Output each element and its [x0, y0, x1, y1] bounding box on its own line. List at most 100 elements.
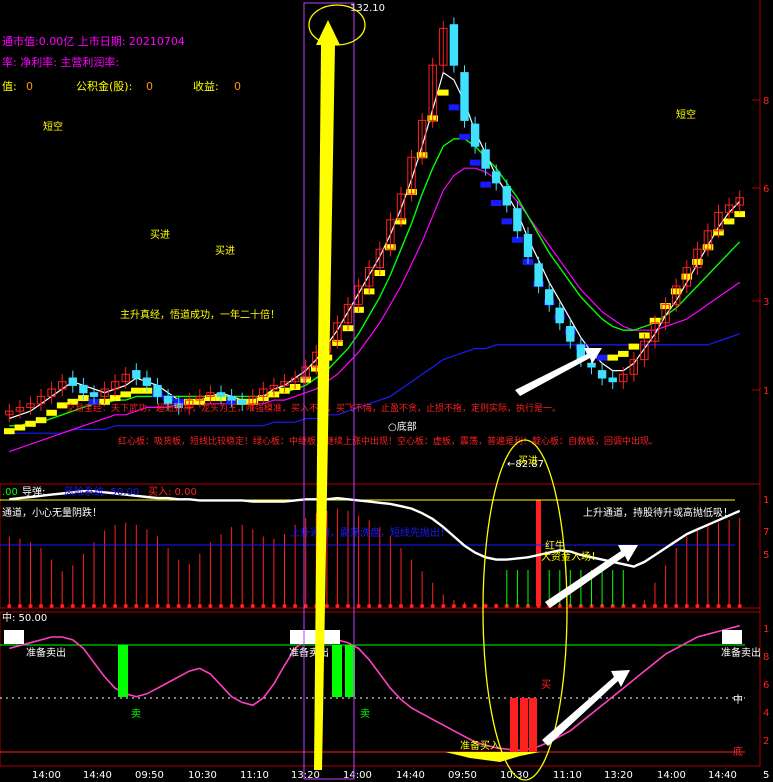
- mid-baseline-dot: [367, 604, 372, 608]
- x-axis-tick-label: 11:10: [240, 770, 269, 781]
- header-line2: 率: 净利率: 主营利润率:: [2, 55, 119, 69]
- bottom-mark-label: ○底部: [388, 420, 417, 433]
- mid-baseline-dot: [60, 604, 65, 608]
- mid-baseline-dot: [716, 604, 721, 608]
- header-line3-c: 公积金(股):: [76, 79, 132, 93]
- red-cow-label: 红牛: [545, 539, 565, 552]
- mid-baseline-dot: [102, 604, 107, 608]
- candle-body: [523, 234, 533, 258]
- candle-body: [142, 377, 152, 386]
- ladder-block: [607, 354, 618, 361]
- mid-baseline-dot: [134, 604, 139, 608]
- candle-body: [555, 307, 564, 324]
- mid-baseline-dot: [377, 604, 382, 608]
- mid-baseline-dot: [346, 604, 350, 608]
- candle-body: [502, 186, 512, 206]
- mid-baseline-dot: [229, 604, 234, 608]
- mid-baseline-dot: [166, 604, 171, 608]
- red-cow-label-2: 大资金入场！: [541, 550, 601, 563]
- mid-baseline-dot: [409, 604, 414, 608]
- ladder-block: [14, 424, 26, 431]
- price-axis-tick-3: 3: [763, 297, 769, 308]
- header-line3-f: 0: [234, 80, 241, 93]
- mid-baseline-dot: [473, 604, 478, 608]
- mid-baseline-dot: [483, 604, 488, 608]
- price-axis-tick-1: 8: [763, 96, 769, 107]
- header-line1: 通市值:0.00亿 上市日期: 20210704: [2, 34, 185, 48]
- mid-baseline-dot: [430, 604, 435, 608]
- mid-header-a: .00: [2, 487, 18, 498]
- ladder-block: [35, 417, 47, 424]
- mid-baseline-dot: [494, 604, 499, 608]
- slogan-3: 红心板：吸货板，短线比较稳定！绿心板：中继板，继续上涨中出现！空心板：虚板，震荡…: [118, 435, 658, 447]
- buy-label-3: 买进: [518, 455, 538, 467]
- mid-header-d: 买入: 0.00: [148, 486, 197, 498]
- mid-baseline-dot: [208, 604, 213, 608]
- header-line3-e: 收益:: [193, 79, 219, 93]
- ladder-block: [131, 387, 142, 394]
- ladder-block: [480, 181, 491, 188]
- candle-body: [534, 263, 543, 287]
- mid-baseline-dot: [663, 604, 668, 608]
- candle-body: [89, 392, 99, 397]
- ladder-block: [120, 391, 131, 398]
- mid-baseline-dot: [462, 604, 467, 608]
- bot-axis-tick-4: 4: [763, 708, 769, 719]
- mid-baseline-dot: [684, 604, 689, 608]
- x-axis-tick-label: 09:50: [448, 770, 477, 781]
- ladder-block: [459, 133, 470, 140]
- candle-body: [68, 377, 77, 386]
- mid-baseline-dot: [451, 604, 456, 608]
- x-axis-tick-label: 14:40: [708, 770, 737, 781]
- sell-zone-block: [722, 630, 742, 644]
- mid-baseline-dot: [17, 604, 22, 608]
- candle-body: [492, 171, 501, 184]
- ladder-block: [501, 218, 513, 225]
- slogan-2: 交易宝经：天下武功，超短封神，龙头为王，唯强模准，买入不亏，买飞不悔，止盈不贪，…: [66, 402, 561, 414]
- bot-axis-tick-5: 2: [763, 736, 769, 747]
- mid-baseline-dot: [737, 604, 742, 608]
- bot-axis-tick-2: 8: [763, 652, 769, 663]
- mid-baseline-dot: [197, 604, 202, 608]
- candle-body: [566, 326, 575, 342]
- buy-label-2: 买进: [215, 245, 235, 257]
- mid-baseline-dot: [674, 604, 679, 608]
- mid-baseline-dot: [155, 604, 160, 608]
- mid-header-b: 导弹:: [22, 485, 45, 498]
- x-axis-tick-label: 13:20: [604, 770, 633, 781]
- mid-baseline-dot: [113, 604, 118, 608]
- ladder-block: [618, 350, 629, 357]
- buy-ready: 准备买入: [460, 739, 500, 752]
- mid-baseline-dot: [176, 604, 181, 608]
- mid-axis-tick-3: 5: [763, 550, 769, 561]
- mid-line-label: 中: [733, 693, 743, 706]
- candle-body: [449, 24, 459, 66]
- ladder-block: [469, 159, 481, 166]
- candle-body: [513, 208, 522, 232]
- x-axis-tick-label: 14:00: [32, 770, 61, 781]
- mid-baseline-dot: [642, 604, 647, 608]
- bottom-line-label: 底: [733, 745, 743, 758]
- candle-body: [153, 384, 162, 397]
- mid-baseline-dot: [81, 604, 86, 608]
- panel-frame: [0, 0, 761, 767]
- mid-header-c: 风险系统: 50.00: [64, 485, 139, 498]
- mid-baseline-dot: [70, 604, 75, 608]
- mid-baseline-dot: [388, 604, 393, 608]
- mid-baseline-dot: [705, 604, 710, 608]
- ladder-block: [4, 428, 15, 435]
- mid-baseline-dot: [293, 604, 298, 608]
- mid-baseline-dot: [92, 604, 96, 608]
- ladder-block: [438, 89, 449, 96]
- buy-label-1: 买进: [150, 229, 170, 241]
- mid-baseline-dot: [144, 604, 149, 608]
- price-axis-tick-4: 1: [763, 386, 769, 397]
- ladder-block: [628, 343, 640, 350]
- slogan-1: 主升真经，悟道成功，一年二十倍！: [120, 308, 280, 321]
- sell-signal-bar: [332, 645, 342, 697]
- ladder-block: [490, 200, 502, 206]
- mid-baseline-dot: [727, 604, 732, 608]
- mid-baseline-dot: [187, 604, 192, 608]
- sell-zone-block: [290, 630, 340, 644]
- candle-body: [470, 123, 480, 147]
